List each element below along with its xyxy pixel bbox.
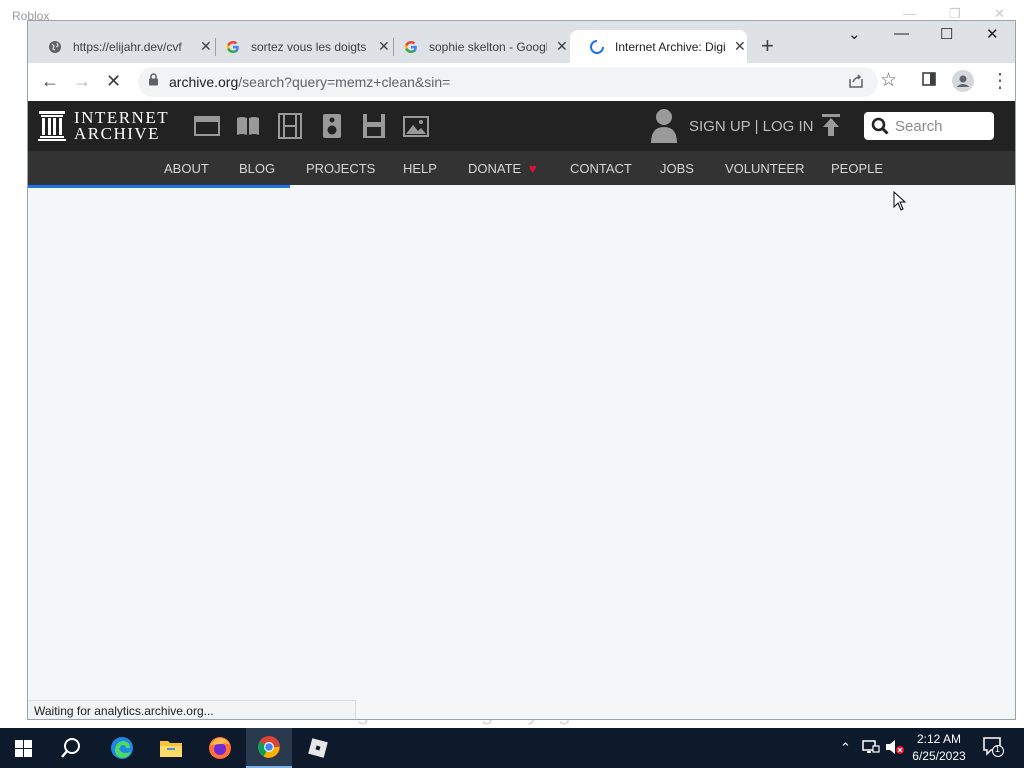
kebab-menu-icon[interactable]: ⋮ (990, 71, 1010, 91)
texts-book-icon[interactable] (235, 113, 261, 139)
nav-jobs[interactable]: JOBS (660, 161, 694, 176)
tab-search-chevron-icon[interactable]: ⌄ (848, 25, 861, 43)
status-bar: Waiting for analytics.archive.org... (28, 700, 356, 719)
nav-volunteer[interactable]: VOLUNTEER (725, 161, 804, 176)
new-tab-icon[interactable]: + (761, 35, 774, 57)
nav-donate[interactable]: DONATE ♥ (468, 161, 537, 176)
tray-chevron-icon[interactable]: ⌃ (840, 740, 851, 756)
close-window-icon[interactable]: ✕ (986, 25, 999, 43)
nav-contact[interactable]: CONTACT (570, 161, 632, 176)
tab-strip: https://elijahr.dev/cvf ✕ sortez vous le… (28, 21, 1015, 63)
nav-people[interactable]: PEOPLE (831, 161, 883, 176)
tab-internet-archive[interactable]: Internet Archive: Digital ✕ (570, 30, 747, 63)
search-placeholder: Search (895, 117, 943, 135)
profile-avatar-icon[interactable] (952, 70, 974, 96)
web-icon[interactable] (194, 113, 220, 139)
url-path: /search?query=memz+clean&sin= (238, 74, 451, 90)
upload-icon[interactable] (821, 113, 841, 142)
audio-speaker-icon[interactable] (319, 113, 345, 139)
tab-title: Internet Archive: Digital (615, 39, 725, 54)
windows-taskbar: ⌃ 2:12 AM 6/25/2023 1 (0, 728, 1024, 768)
stop-loading-icon[interactable]: ✕ (106, 71, 121, 91)
taskbar-clock[interactable]: 2:12 AM 6/25/2023 (900, 731, 978, 765)
windows-start-icon[interactable] (0, 728, 46, 768)
taskbar-search-icon[interactable] (48, 728, 94, 768)
signup-login-link[interactable]: SIGN UP | LOG IN (689, 118, 813, 135)
address-bar[interactable]: archive.org/search?query=memz+clean&sin= (138, 67, 878, 97)
ia-temple-icon (38, 111, 66, 141)
browser-window: https://elijahr.dev/cvf ✕ sortez vous le… (27, 20, 1016, 720)
nav-about[interactable]: ABOUT (164, 161, 209, 176)
close-tab-icon[interactable]: ✕ (734, 38, 746, 55)
page-load-progress-bar (28, 185, 290, 188)
loading-spinner-icon (589, 39, 605, 55)
ia-logo-line2: ARCHIVE (74, 124, 161, 143)
network-icon[interactable] (862, 739, 880, 758)
globe-icon (47, 39, 63, 55)
minimize-icon[interactable]: — (894, 25, 909, 42)
lock-icon[interactable] (148, 73, 159, 91)
url-domain: archive.org (169, 74, 239, 90)
maximize-icon[interactable]: ☐ (940, 25, 953, 43)
ia-nav-bar: ABOUT BLOG PROJECTS HELP DONATE ♥ CONTAC… (28, 151, 1015, 185)
clock-date: 6/25/2023 (912, 749, 966, 763)
back-arrow-icon[interactable]: ← (41, 71, 59, 91)
background-minimize-icon: — (903, 6, 916, 21)
clock-time: 2:12 AM (916, 732, 962, 746)
user-icon[interactable] (649, 107, 679, 148)
tab-sortez[interactable]: sortez vous les doigts ✕ (206, 30, 392, 63)
heart-icon: ♥ (528, 161, 537, 176)
google-g-icon (403, 39, 419, 55)
ia-logo[interactable]: INTERNET ARCHIVE (38, 109, 169, 143)
edge-icon[interactable] (99, 728, 145, 768)
side-panel-icon[interactable] (921, 71, 937, 91)
notification-count: 1 (995, 744, 1001, 754)
images-icon[interactable] (403, 113, 429, 139)
nav-help[interactable]: HELP (403, 161, 437, 176)
software-floppy-icon[interactable] (361, 113, 387, 139)
nav-blog[interactable]: BLOG (239, 161, 275, 176)
notifications-icon[interactable]: 1 (983, 737, 1005, 760)
tab-title: https://elijahr.dev/cvf (73, 39, 182, 54)
google-g-icon (225, 39, 241, 55)
tab-elijahr[interactable]: https://elijahr.dev/cvf ✕ (28, 30, 214, 63)
search-icon (871, 117, 889, 135)
tab-title: sortez vous les doigts (251, 39, 367, 54)
tab-sophie[interactable]: sophie skelton - Google ✕ (384, 30, 570, 63)
firefox-icon[interactable] (197, 728, 243, 768)
chrome-icon[interactable] (246, 728, 292, 768)
bookmark-star-icon[interactable]: ☆ (880, 71, 897, 91)
forward-arrow-icon[interactable]: → (73, 71, 91, 91)
mouse-cursor-icon (893, 190, 907, 216)
tab-title: sophie skelton - Google (429, 39, 547, 54)
file-explorer-icon[interactable] (148, 728, 194, 768)
ia-search-box[interactable]: Search (864, 112, 994, 140)
url-text: archive.org/search?query=memz+clean&sin= (169, 74, 450, 90)
close-tab-icon[interactable]: ✕ (556, 38, 568, 55)
nav-projects[interactable]: PROJECTS (306, 161, 375, 176)
browser-toolbar: ← → ✕ archive.org/search?query=memz+clea… (28, 63, 1015, 102)
video-film-icon[interactable] (277, 113, 303, 139)
nav-donate-label: DONATE (468, 161, 522, 176)
ia-header: INTERNET ARCHIVE SIGN UP | LOG IN Search (28, 101, 1015, 151)
share-icon[interactable] (848, 73, 864, 94)
roblox-icon[interactable] (295, 728, 341, 768)
